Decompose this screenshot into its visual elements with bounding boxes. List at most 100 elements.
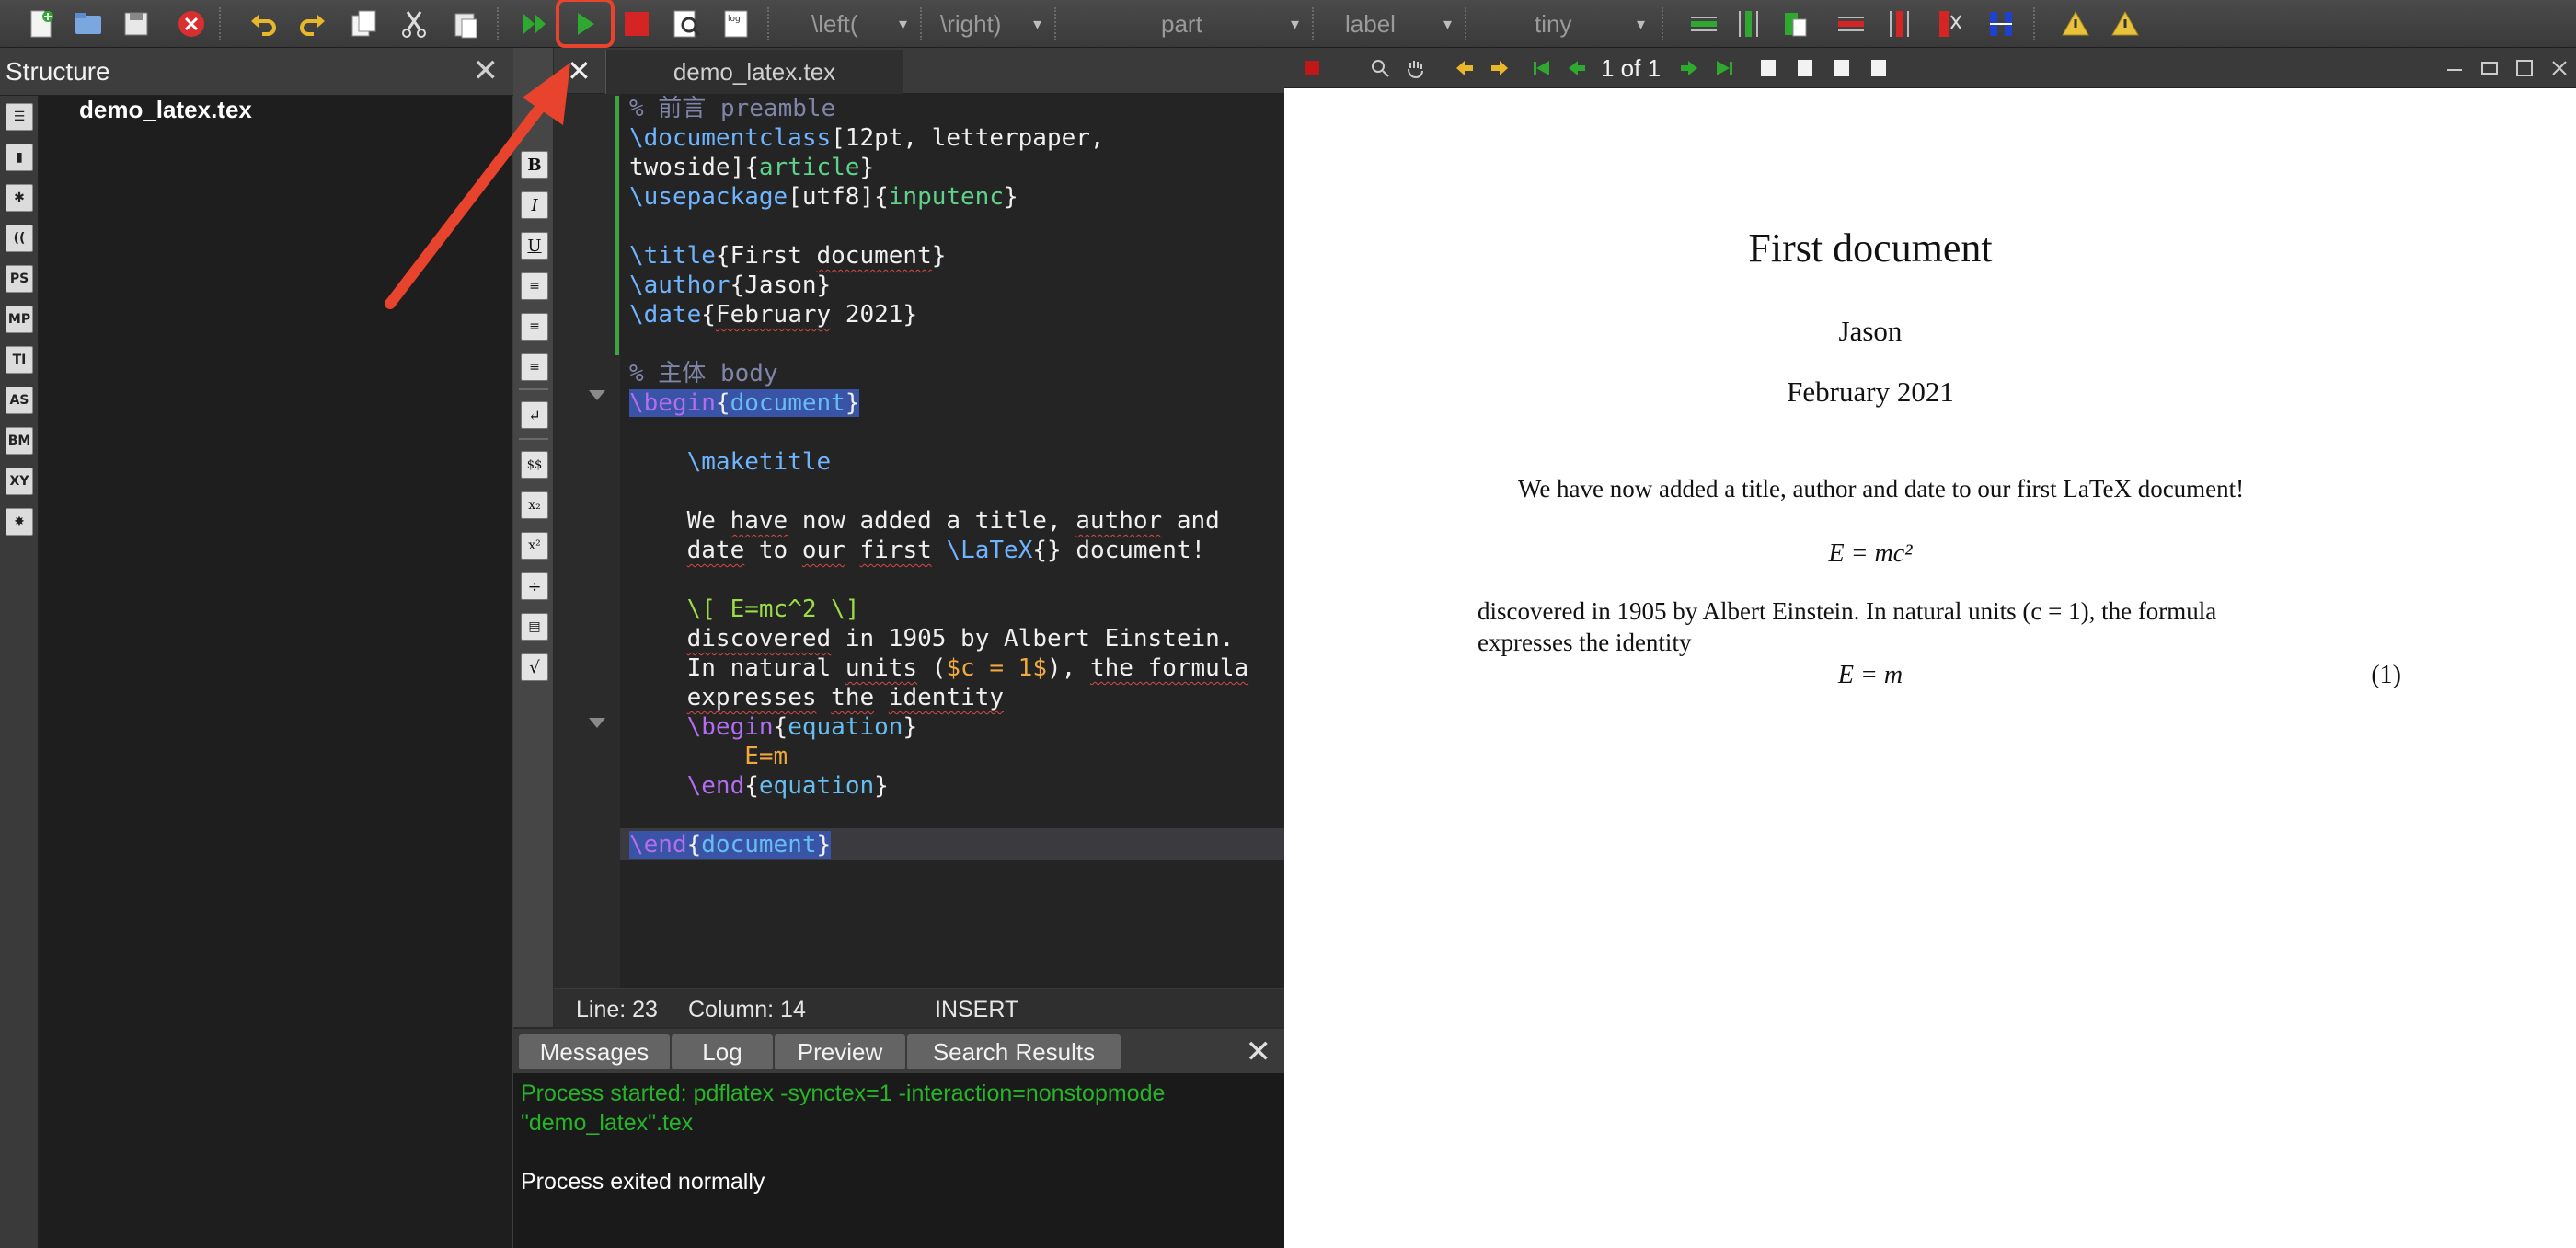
restore-icon[interactable] bbox=[2477, 55, 2502, 81]
structure-file-item[interactable]: demo_latex.tex bbox=[79, 96, 252, 124]
asymptote-label: AS bbox=[9, 393, 29, 408]
code-line: % 主体 body bbox=[629, 360, 778, 387]
open-file-icon[interactable] bbox=[70, 6, 107, 42]
view-log-icon[interactable]: log bbox=[718, 6, 754, 42]
metapost-label: MP bbox=[7, 312, 31, 327]
remove-column-icon[interactable] bbox=[1880, 6, 1917, 42]
delimiters-icon[interactable]: (( bbox=[6, 225, 33, 252]
bookmark-icon[interactable]: ▮ bbox=[6, 144, 33, 171]
structure-list-icon[interactable]: ☰ bbox=[6, 103, 33, 131]
misc-symbols-icon[interactable]: ✸ bbox=[6, 508, 33, 536]
next-page-icon[interactable] bbox=[1676, 55, 1702, 81]
align-right-icon[interactable]: ≡ bbox=[521, 353, 548, 381]
tikz-icon[interactable]: TI bbox=[6, 346, 33, 374]
chevron-down-icon: ▾ bbox=[1032, 15, 1041, 33]
code-line: E=m bbox=[744, 743, 788, 770]
continuous-icon[interactable] bbox=[1829, 55, 1855, 81]
tab-messages[interactable]: Messages bbox=[519, 1034, 670, 1069]
code-line: twoside]{article} bbox=[629, 154, 875, 181]
fraction-icon[interactable]: ÷ bbox=[521, 572, 548, 600]
page-width-icon[interactable] bbox=[1792, 55, 1818, 81]
pstricks-icon[interactable]: PS bbox=[6, 265, 33, 293]
fold-arrow-icon[interactable] bbox=[589, 390, 605, 400]
zoom-icon[interactable] bbox=[1367, 55, 1393, 81]
xymatrix-label: XY bbox=[9, 474, 29, 489]
new-file-icon[interactable] bbox=[22, 6, 59, 42]
back-arrow-icon[interactable] bbox=[1452, 55, 1478, 81]
sqrt-icon[interactable]: √ bbox=[521, 653, 548, 681]
messages-tab-bar: Messages Log Preview Search Results ✕ bbox=[513, 1027, 1284, 1073]
code-line: \usepackage[utf8]{inputenc} bbox=[629, 183, 1018, 211]
code-text[interactable]: % 前言 preamble \documentclass[12pt, lette… bbox=[620, 94, 1284, 988]
undo-icon[interactable] bbox=[245, 6, 282, 42]
messages-output: Process started: pdflatex -synctex=1 -in… bbox=[513, 1073, 1284, 1248]
new-line-icon[interactable]: ↵ bbox=[521, 401, 548, 429]
beamer-icon[interactable]: BM bbox=[6, 427, 33, 455]
size-combo[interactable]: tiny ▾ bbox=[1524, 6, 1652, 42]
chevron-down-icon: ▾ bbox=[1290, 15, 1299, 33]
code-line: discovered in 1905 by Albert Einstein. bbox=[686, 625, 1235, 653]
metapost-icon[interactable]: MP bbox=[6, 306, 33, 333]
table-icon[interactable] bbox=[1777, 6, 1814, 42]
sqrt-label: √ bbox=[529, 657, 540, 677]
single-page-icon[interactable] bbox=[1866, 55, 1892, 81]
code-line: \date{February 2021} bbox=[629, 301, 918, 329]
sectioning-combo[interactable]: part ▾ bbox=[1150, 6, 1306, 42]
code-line: date to our first \LaTeX{} document! bbox=[686, 537, 1206, 564]
right-delimiter-combo[interactable]: \right) ▾ bbox=[929, 6, 1049, 42]
superscript-icon[interactable]: x² bbox=[521, 532, 548, 560]
minimize-icon[interactable] bbox=[2442, 55, 2467, 81]
fraction-label: ÷ bbox=[527, 576, 542, 596]
add-column-icon[interactable] bbox=[1730, 6, 1766, 42]
references-combo[interactable]: label ▾ bbox=[1334, 6, 1459, 42]
symbols-icon[interactable]: ✱ bbox=[6, 184, 33, 212]
fold-arrow-icon[interactable] bbox=[589, 718, 605, 728]
display-math-icon[interactable]: $$ bbox=[521, 451, 548, 479]
close-viewer-icon[interactable] bbox=[2547, 55, 2572, 81]
remove-row-icon[interactable] bbox=[1833, 6, 1869, 42]
tab-preview[interactable]: Preview bbox=[775, 1034, 905, 1069]
tab-demo-latex[interactable]: demo_latex.tex bbox=[605, 50, 903, 94]
warning-prev-icon[interactable] bbox=[2057, 6, 2094, 42]
add-row-icon[interactable] bbox=[1685, 6, 1722, 42]
last-page-icon[interactable] bbox=[1711, 55, 1737, 81]
display-math-label: $$ bbox=[526, 457, 543, 472]
maximize-icon[interactable] bbox=[2512, 55, 2537, 81]
close-icon[interactable]: ✕ bbox=[1246, 1029, 1272, 1075]
viewer-menu-icon[interactable] bbox=[1299, 55, 1325, 81]
redo-icon[interactable] bbox=[294, 6, 331, 42]
align-center-icon[interactable]: ≡ bbox=[521, 313, 548, 341]
hand-icon[interactable] bbox=[1402, 55, 1428, 81]
prev-page-icon[interactable] bbox=[1564, 55, 1590, 81]
page-fit-icon[interactable] bbox=[1755, 55, 1781, 81]
warning-next-icon[interactable] bbox=[2107, 6, 2144, 42]
pdf-page[interactable]: First document Jason February 2021 We ha… bbox=[1284, 88, 2576, 1248]
xymatrix-icon[interactable]: XY bbox=[6, 468, 33, 495]
column-indicator: Column: 14 bbox=[688, 997, 806, 1023]
process-started-continued: "demo_latex".tex bbox=[521, 1110, 694, 1136]
asymptote-icon[interactable]: AS bbox=[6, 387, 33, 414]
left-delimiter-combo[interactable]: \left(▾ bbox=[800, 6, 914, 42]
code-line: \begin{equation} bbox=[686, 713, 918, 741]
align-columns-icon[interactable] bbox=[1984, 6, 2020, 42]
editor-status-bar: Line: 23 Column: 14 INSERT bbox=[554, 988, 1284, 1027]
pdf-viewer-toolbar: 1 of 1 bbox=[1284, 48, 2576, 88]
stop-compile-icon[interactable] bbox=[618, 6, 655, 42]
close-document-icon[interactable] bbox=[173, 6, 210, 42]
cut-column-icon[interactable] bbox=[1932, 6, 1969, 42]
doc-paragraph-2-line1: discovered in 1905 by Albert Einstein. I… bbox=[1478, 597, 2217, 625]
save-icon[interactable] bbox=[118, 6, 155, 42]
forward-arrow-icon[interactable] bbox=[1487, 55, 1512, 81]
subscript-icon[interactable]: x₂ bbox=[521, 491, 548, 519]
dfrac-icon[interactable]: ▤ bbox=[521, 613, 548, 641]
first-page-icon[interactable] bbox=[1529, 55, 1555, 81]
structure-side-strip: ☰ ▮ ✱ (( PS MP TI AS BM XY ✸ bbox=[0, 48, 39, 1248]
view-pdf-icon[interactable] bbox=[668, 6, 705, 42]
code-line: % 前言 preamble bbox=[629, 95, 836, 122]
code-line: \documentclass[12pt, letterpaper, bbox=[629, 124, 1105, 152]
chevron-down-icon: ▾ bbox=[1443, 15, 1452, 33]
tab-log[interactable]: Log bbox=[672, 1034, 773, 1069]
right-delimiter-label: \right) bbox=[940, 10, 1002, 38]
code-line: expresses the identity bbox=[686, 684, 1005, 711]
tab-search-results[interactable]: Search Results bbox=[907, 1034, 1121, 1069]
